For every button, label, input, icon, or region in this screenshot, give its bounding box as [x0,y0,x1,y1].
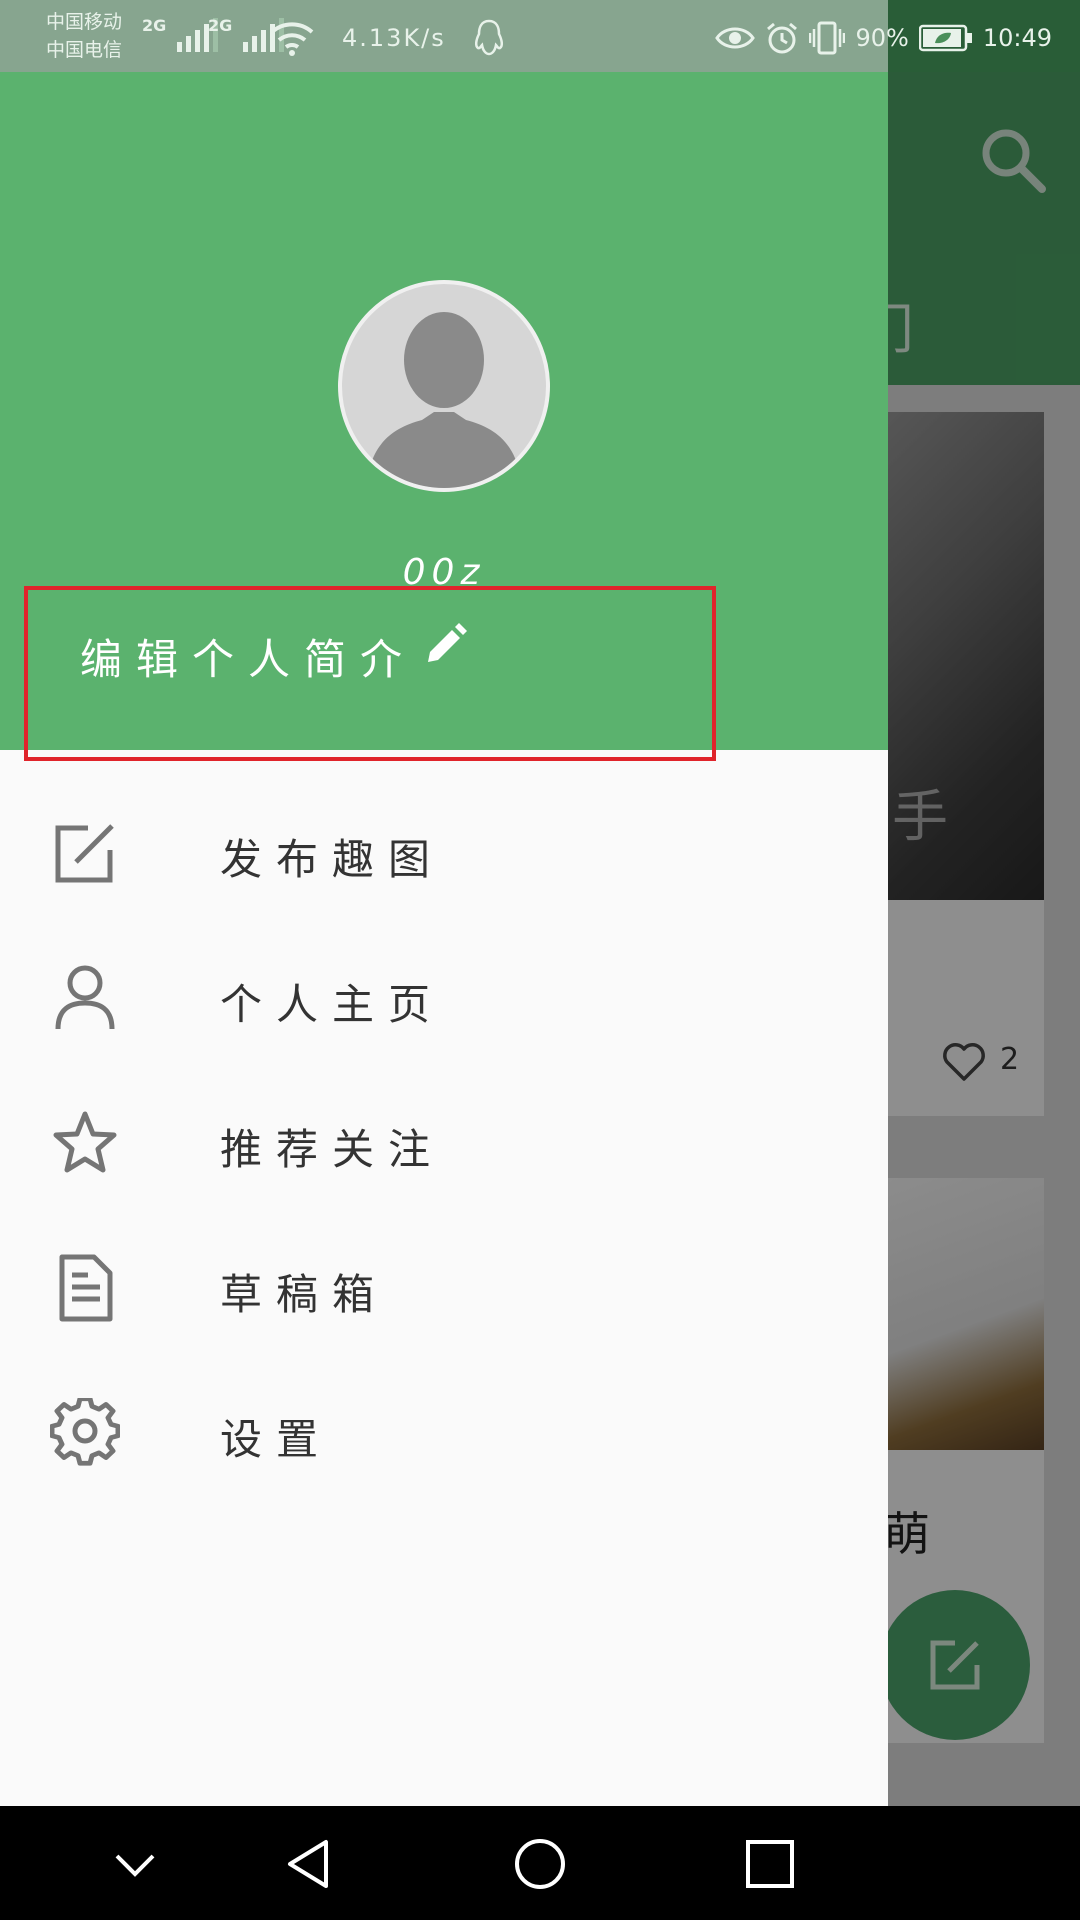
eye-comfort-icon [715,27,756,49]
edit-bio-button[interactable]: 编辑个人简介 [24,586,716,761]
menu-item-drafts[interactable]: 草稿箱 [0,1215,888,1360]
system-navigation-bar [0,1806,1080,1920]
wifi-icon [270,22,314,56]
recents-icon[interactable] [740,1834,800,1894]
star-icon [53,1111,117,1173]
network-type: 2G [142,16,167,35]
carrier-1: 中国移动 [46,11,123,33]
battery-icon [918,24,972,52]
carrier-2: 中国电信 [46,39,123,61]
vibrate-icon [809,21,846,55]
edit-square-icon [55,824,114,883]
document-icon [59,1254,113,1322]
menu-item-publish[interactable]: 发布趣图 [0,780,888,925]
menu-item-settings[interactable]: 设置 [0,1360,888,1505]
carrier-labels: 中国移动 中国电信 [46,8,122,64]
home-icon[interactable] [510,1834,570,1894]
status-right-group: 90% 10:49 [715,20,1052,56]
menu-label: 草稿箱 [220,1270,389,1319]
clock: 10:49 [982,24,1052,52]
chevron-down-icon[interactable] [105,1834,165,1894]
network-speed: 4.13K/s [342,24,446,52]
avatar[interactable] [338,280,550,492]
person-icon [55,965,115,1030]
menu-label: 个人主页 [220,980,445,1029]
app-screen: 门 手 2 萌 00z 编辑个人简介 发布趣图 个人主页 推荐关注 草稿箱 设置… [0,0,1080,1920]
gear-icon [50,1398,120,1466]
status-bar: 中国移动 中国电信 2G 2G 4.13K/s 90% 10:49 [0,0,1080,72]
menu-label: 发布趣图 [220,835,445,884]
edit-bio-label: 编辑个人简介 [80,635,417,684]
navigation-drawer: 00z 编辑个人简介 发布趣图 个人主页 推荐关注 草稿箱 设置 [0,0,888,1806]
qq-icon [474,19,504,56]
menu-label: 推荐关注 [220,1125,445,1174]
menu-item-profile[interactable]: 个人主页 [0,925,888,1070]
pencil-icon [428,623,467,662]
battery-percent: 90% [855,24,909,52]
network-type: 2G [208,16,233,35]
back-icon[interactable] [280,1834,340,1894]
menu-label: 设置 [220,1415,333,1464]
alarm-icon [767,22,798,54]
default-avatar-icon [366,312,522,488]
menu-item-recommend-follow[interactable]: 推荐关注 [0,1070,888,1215]
